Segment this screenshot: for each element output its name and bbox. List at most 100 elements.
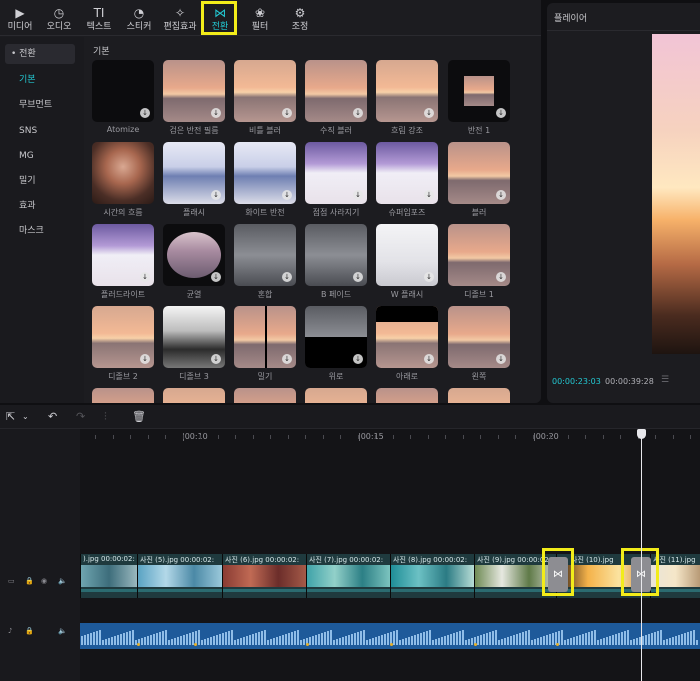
sidebar-header-transition[interactable]: • 전환 [5, 44, 75, 64]
video-clip[interactable]: 사진 (6).jpg 00:00:02: [222, 554, 306, 598]
sidebar-item-sns[interactable]: SNS [0, 121, 84, 141]
transition-thumbnail[interactable]: ↓ [92, 60, 154, 122]
download-icon[interactable]: ↓ [140, 354, 150, 364]
download-icon[interactable]: ↓ [496, 108, 506, 118]
download-icon[interactable]: ↓ [211, 272, 221, 282]
download-icon[interactable]: ↓ [353, 354, 363, 364]
transition-thumbnail[interactable]: ↓ [448, 142, 510, 204]
download-icon[interactable]: ↓ [211, 190, 221, 200]
video-preview[interactable] [652, 34, 700, 354]
time-ruler[interactable]: |00:10 |00:15 |00:20 [80, 429, 700, 447]
undo-icon[interactable]: ↶ [48, 409, 57, 425]
download-icon[interactable]: ↓ [424, 354, 434, 364]
tool-media[interactable]: ▶ 미디어 [0, 0, 40, 36]
download-icon[interactable]: ↓ [211, 108, 221, 118]
download-icon[interactable]: ↓ [424, 108, 434, 118]
video-clip[interactable]: 사진 (8).jpg 00:00:02: [390, 554, 474, 598]
download-icon[interactable]: ↓ [353, 108, 363, 118]
transition-thumbnail[interactable] [163, 388, 225, 403]
download-icon[interactable]: ↓ [282, 354, 292, 364]
download-icon[interactable]: ↓ [353, 190, 363, 200]
transition-thumbnail[interactable] [92, 388, 154, 403]
transition-thumbnail[interactable]: ↓ [163, 224, 225, 286]
transition-thumbnail[interactable] [448, 388, 510, 403]
volume-icon[interactable]: 🔈 [58, 627, 67, 635]
playhead-handle[interactable] [637, 429, 647, 439]
playhead[interactable] [637, 429, 647, 681]
transition-thumbnail[interactable]: ↓ [92, 306, 154, 368]
video-clip[interactable]: 사진 (5).jpg 00:00:02: [137, 554, 222, 598]
download-icon[interactable]: ↓ [140, 108, 150, 118]
ruler-tick [235, 435, 236, 439]
waveform-bar [687, 632, 689, 645]
select-tool-icon[interactable]: ⇱ [6, 409, 15, 425]
video-clip[interactable]: 사진 (7).jpg 00:00:02: [306, 554, 390, 598]
download-icon[interactable]: ↓ [496, 272, 506, 282]
transition-thumbnail[interactable]: ↓ [305, 306, 367, 368]
tracks-area[interactable]: |00:10 |00:15 |00:20 ).jpg 00:00:02: 사진 … [80, 429, 700, 681]
download-icon[interactable]: ↓ [282, 190, 292, 200]
transition-thumbnail[interactable] [92, 142, 154, 204]
tool-audio[interactable]: ◷ 오디오 [39, 0, 79, 36]
waveform-bar [633, 639, 635, 645]
transition-thumbnail[interactable]: ↓ [163, 60, 225, 122]
delete-icon[interactable]: 🗑 [132, 409, 146, 425]
sidebar-item-basic[interactable]: 기본 [0, 70, 84, 90]
sidebar-item-mg[interactable]: MG [0, 146, 84, 166]
redo-icon[interactable]: ↷ [76, 409, 85, 425]
lock-icon[interactable]: 🔒 [25, 577, 34, 585]
eye-icon[interactable]: ◉ [41, 577, 47, 585]
download-icon[interactable]: ↓ [424, 272, 434, 282]
video-clip[interactable]: ).jpg 00:00:02: [80, 554, 137, 598]
transition-thumbnail[interactable]: ↓ [448, 306, 510, 368]
transition-thumbnail[interactable]: ↓ [448, 60, 510, 122]
tool-filter[interactable]: ❀ 필터 [240, 0, 280, 36]
tool-adjust[interactable]: ⚙ 조정 [280, 0, 320, 36]
transition-thumbnail[interactable] [305, 388, 367, 403]
transition-thumbnail[interactable]: ↓ [448, 224, 510, 286]
transition-thumbnail[interactable]: ↓ [305, 60, 367, 122]
transition-thumbnail[interactable]: ↓ [234, 60, 296, 122]
sidebar-item-effect[interactable]: 효과 [0, 196, 84, 216]
download-icon[interactable]: ↓ [211, 354, 221, 364]
transition-thumbnail[interactable]: ↓ [376, 306, 438, 368]
cover-icon[interactable]: ▭ [8, 577, 15, 585]
video-track[interactable]: ).jpg 00:00:02: 사진 (5).jpg 00:00:02: 사진 … [80, 548, 700, 598]
download-icon[interactable]: ↓ [353, 272, 363, 282]
transition-thumbnail[interactable]: ↓ [376, 142, 438, 204]
transition-thumbnail[interactable]: ↓ [305, 142, 367, 204]
sidebar-item-movement[interactable]: 무브먼트 [0, 95, 84, 115]
list-icon[interactable]: ☰ [661, 375, 669, 385]
transition-thumbnail[interactable] [376, 388, 438, 403]
sidebar-item-mask[interactable]: 마스크 [0, 221, 84, 241]
audio-track[interactable] [80, 623, 700, 649]
tool-sticker[interactable]: ◔ 스티커 [119, 0, 159, 36]
download-icon[interactable]: ↓ [282, 108, 292, 118]
transition-thumbnail[interactable]: ↓ [234, 224, 296, 286]
transition-thumbnail[interactable] [234, 388, 296, 403]
transition-thumbnail[interactable]: ↓ [163, 306, 225, 368]
transition-thumbnail[interactable]: ↓ [163, 142, 225, 204]
tool-transition[interactable]: ⋈ 전환 [200, 0, 240, 36]
transition-thumbnail[interactable]: ↓ [234, 142, 296, 204]
music-icon[interactable]: ♪ [8, 627, 12, 635]
transition-thumbnail[interactable]: ↓ [234, 306, 296, 368]
tool-effects[interactable]: ✧ 편집효과 [160, 0, 200, 36]
thumbnail-label: 수직 블러 [320, 126, 352, 135]
transition-thumbnail[interactable]: ↓ [376, 224, 438, 286]
transition-thumbnail[interactable]: ↓ [92, 224, 154, 286]
transition-thumbnail[interactable]: ↓ [376, 60, 438, 122]
transition-thumbnail[interactable]: ↓ [305, 224, 367, 286]
download-icon[interactable]: ↓ [282, 272, 292, 282]
waveform-bar [561, 630, 563, 645]
download-icon[interactable]: ↓ [140, 272, 150, 282]
download-icon[interactable]: ↓ [496, 354, 506, 364]
split-icon[interactable]: ⫶ [104, 409, 107, 425]
download-icon[interactable]: ↓ [424, 190, 434, 200]
lock-icon[interactable]: 🔒 [25, 627, 34, 635]
tool-text[interactable]: TI 텍스트 [79, 0, 119, 36]
chevron-down-icon[interactable]: ⌄ [22, 409, 29, 425]
volume-icon[interactable]: 🔈 [58, 577, 67, 585]
download-icon[interactable]: ↓ [496, 190, 506, 200]
sidebar-item-push[interactable]: 밀기 [0, 171, 84, 191]
